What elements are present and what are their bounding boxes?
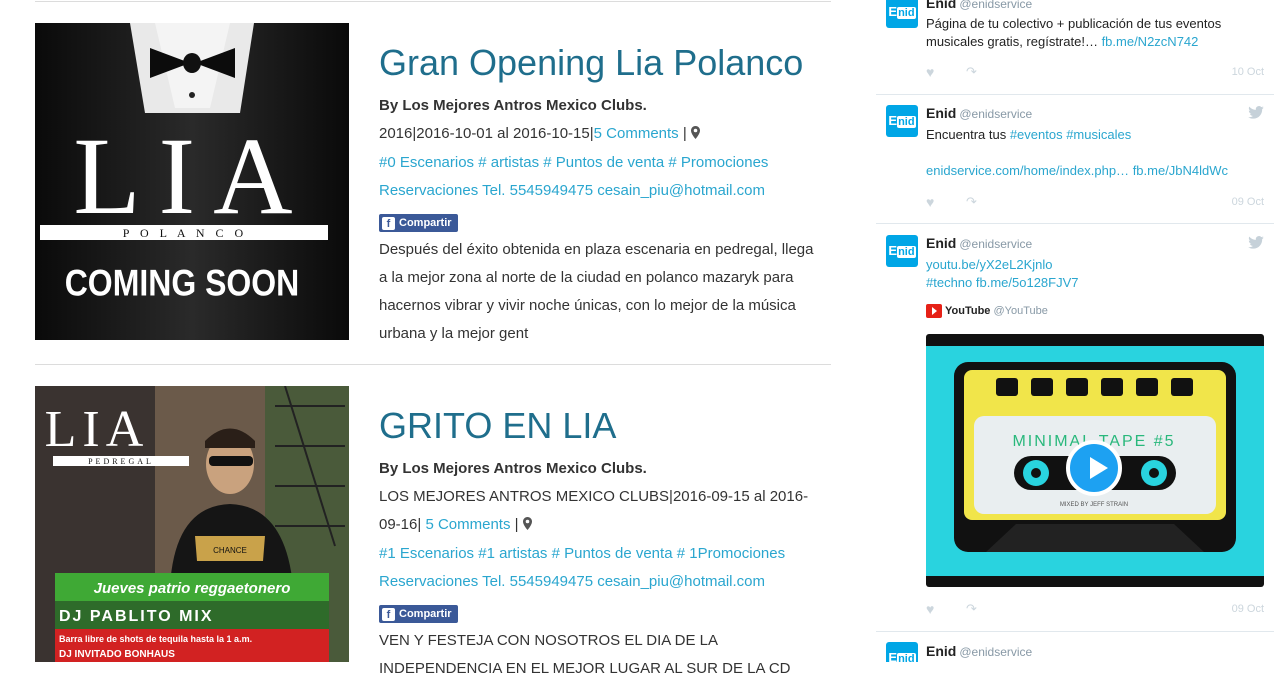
reservations-link[interactable]: Reservaciones Tel. 5545949475 cesain_piu… bbox=[379, 177, 819, 205]
tweet-author[interactable]: Enid @enidservice bbox=[926, 643, 1032, 659]
post-excerpt: Después del éxito obtenida en plaza esce… bbox=[379, 241, 814, 342]
tweet-link[interactable]: enidservice.com/home/index.php… bbox=[926, 163, 1129, 178]
divider bbox=[35, 364, 831, 365]
twitter-bird-icon[interactable] bbox=[1248, 236, 1264, 252]
svg-text:DJ INVITADO BONHAUS: DJ INVITADO BONHAUS bbox=[59, 649, 175, 660]
tweet-link[interactable]: fb.me/JbN4ldWc bbox=[1133, 163, 1228, 178]
tweet[interactable]: Enid Enid @enidservice Encuentra tus #eve… bbox=[876, 95, 1274, 224]
avatar[interactable]: Enid bbox=[886, 105, 918, 137]
facebook-share-button[interactable]: f Compartir bbox=[379, 605, 458, 623]
svg-text:DJ PABLITO MIX: DJ PABLITO MIX bbox=[59, 608, 214, 625]
heart-icon[interactable]: ♥ bbox=[926, 194, 934, 210]
tweet-actions: ♥ ↷ 09 Oct bbox=[926, 601, 1264, 617]
facebook-icon: f bbox=[382, 607, 395, 621]
post-title[interactable]: Gran Opening Lia Polanco bbox=[379, 41, 819, 85]
svg-text:CHANCE: CHANCE bbox=[213, 546, 247, 555]
facebook-icon: f bbox=[382, 216, 395, 230]
svg-text:PEDREGAL: PEDREGAL bbox=[88, 457, 154, 466]
event-post: LIA P O L A N C O COMING SOON Gran Openi… bbox=[35, 23, 831, 342]
video-player[interactable]: MINIMAL TAPE #5 MIXED BY JEFF STRAIN bbox=[926, 334, 1264, 587]
event-image[interactable]: CHANCE LIA PEDREGAL Jueves patrio reggae… bbox=[35, 386, 349, 662]
image-logo: LIA bbox=[73, 115, 310, 237]
post-meta: 2016|2016-10-01 al 2016-10-15|5 Comments… bbox=[379, 120, 819, 149]
comments-link[interactable]: 5 Comments bbox=[425, 516, 510, 533]
tag-link[interactable]: # artistas bbox=[478, 154, 539, 171]
avatar[interactable]: Enid bbox=[886, 235, 918, 267]
tweet-author[interactable]: Enid @enidservice bbox=[926, 0, 1032, 11]
post-content: Gran Opening Lia Polanco By Los Mejores … bbox=[379, 41, 819, 348]
tweet-actions: ♥ ↷ 09 Oct bbox=[926, 194, 1264, 210]
tweet-date[interactable]: 09 Oct bbox=[1232, 603, 1264, 615]
avatar[interactable]: Enid bbox=[886, 0, 918, 28]
tag-link[interactable]: #1 artistas bbox=[478, 545, 547, 562]
post-tags: #0 Escenarios # artistas # Puntos de ven… bbox=[379, 149, 819, 177]
facebook-share-button[interactable]: f Compartir bbox=[379, 214, 458, 232]
tweet-date[interactable]: 10 Oct bbox=[1232, 66, 1264, 78]
tag-link[interactable]: #1 Escenarios bbox=[379, 545, 474, 562]
post-author: By Los Mejores Antros Mexico Clubs. bbox=[379, 460, 647, 477]
event-post: CHANCE LIA PEDREGAL Jueves patrio reggae… bbox=[35, 386, 831, 677]
reservations-link[interactable]: Reservaciones Tel. 5545949475 cesain_piu… bbox=[379, 568, 819, 596]
map-pin-icon[interactable] bbox=[690, 121, 700, 149]
post-author: By Los Mejores Antros Mexico Clubs. bbox=[379, 97, 647, 114]
tag-link[interactable]: # 1Promociones bbox=[677, 545, 785, 562]
svg-text:Barra libre de shots de tequil: Barra libre de shots de tequila hasta la… bbox=[59, 634, 252, 644]
post-excerpt: VEN Y FESTEJA CON NOSOTROS EL DIA DE LA … bbox=[379, 632, 791, 677]
event-image[interactable]: LIA P O L A N C O COMING SOON bbox=[35, 23, 349, 340]
post-content: GRITO EN LIA By Los Mejores Antros Mexic… bbox=[379, 404, 819, 683]
tweet-link[interactable]: fb.me/5o128FJV7 bbox=[976, 275, 1079, 290]
heart-icon[interactable]: ♥ bbox=[926, 601, 934, 617]
heart-icon[interactable]: ♥ bbox=[926, 64, 934, 80]
tweet[interactable]: Enid Enid @enidservice bbox=[876, 632, 1274, 662]
tweet-text: Página de tu colectivo + publicación de … bbox=[926, 16, 1222, 49]
tag-link[interactable]: #0 Escenarios bbox=[379, 154, 474, 171]
divider bbox=[35, 1, 831, 2]
post-tags: #1 Escenarios #1 artistas # Puntos de ve… bbox=[379, 540, 819, 568]
youtube-card-header[interactable]: YouTube @YouTube bbox=[926, 304, 1048, 318]
tweet-link[interactable]: youtu.be/yX2eL2Kjnlo bbox=[926, 257, 1052, 272]
hashtag-link[interactable]: #eventos #musicales bbox=[1010, 127, 1131, 142]
map-pin-icon[interactable] bbox=[522, 512, 532, 540]
svg-text:Jueves patrio reggaetonero: Jueves patrio reggaetonero bbox=[94, 580, 291, 597]
youtube-icon bbox=[926, 304, 942, 318]
tweet-link[interactable]: fb.me/N2zcN742 bbox=[1102, 34, 1199, 49]
svg-text:P O L A N C O: P O L A N C O bbox=[123, 226, 247, 240]
tweet[interactable]: Enid Enid @enidservice Página de tu colec… bbox=[876, 0, 1274, 95]
avatar[interactable]: Enid bbox=[886, 642, 918, 662]
tag-link[interactable]: # Promociones bbox=[668, 154, 768, 171]
comments-link[interactable]: 5 Comments bbox=[594, 125, 679, 142]
tweet-date[interactable]: 09 Oct bbox=[1232, 196, 1264, 208]
svg-text:MIXED BY JEFF STRAIN: MIXED BY JEFF STRAIN bbox=[1060, 502, 1128, 508]
twitter-timeline[interactable]: Enid Enid @enidservice Página de tu colec… bbox=[876, 0, 1274, 662]
tag-link[interactable]: # Puntos de venta bbox=[543, 154, 664, 171]
tweet[interactable]: Enid Enid @enidservice youtu.be/yX2eL2Kjn… bbox=[876, 224, 1274, 632]
hashtag-link[interactable]: #techno bbox=[926, 275, 972, 290]
tweet-author[interactable]: Enid @enidservice bbox=[926, 235, 1032, 251]
image-logo: LIA bbox=[45, 401, 150, 458]
post-title[interactable]: GRITO EN LIA bbox=[379, 404, 819, 448]
post-meta: LOS MEJORES ANTROS MEXICO CLUBS|2016-09-… bbox=[379, 483, 819, 540]
tweet-actions: ♥ ↷ 10 Oct bbox=[926, 64, 1264, 80]
twitter-bird-icon[interactable] bbox=[1248, 106, 1264, 122]
svg-text:COMING SOON: COMING SOON bbox=[65, 264, 300, 305]
tweet-text: Encuentra tus #eventos #musicales enidse… bbox=[926, 127, 1229, 178]
share-icon[interactable]: ↷ bbox=[966, 194, 977, 210]
share-icon[interactable]: ↷ bbox=[966, 64, 977, 80]
tag-link[interactable]: # Puntos de venta bbox=[552, 545, 673, 562]
play-icon[interactable] bbox=[1066, 440, 1122, 496]
tweet-author[interactable]: Enid @enidservice bbox=[926, 105, 1032, 121]
tweet-text: youtu.be/yX2eL2Kjnlo #techno fb.me/5o128… bbox=[926, 256, 1266, 292]
share-icon[interactable]: ↷ bbox=[966, 601, 977, 617]
